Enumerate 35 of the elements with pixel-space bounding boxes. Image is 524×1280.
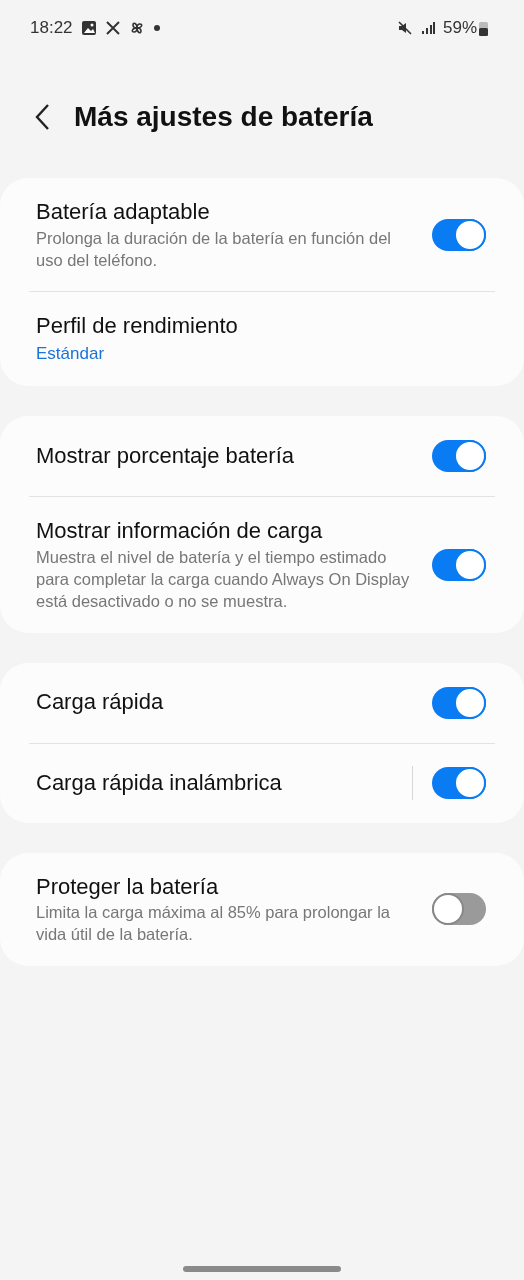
- page-title: Más ajustes de batería: [74, 100, 373, 134]
- image-icon: [80, 20, 97, 36]
- notification-dot-icon: [152, 24, 161, 32]
- toggle-switch[interactable]: [432, 548, 486, 581]
- signal-icon: [420, 21, 435, 35]
- setting-title: Carga rápida: [36, 688, 165, 717]
- mute-icon: [396, 20, 413, 36]
- setting-row[interactable]: Carga rápida: [36, 662, 495, 743]
- setting-row[interactable]: Mostrar información de carga Muestra el nivel de batería y el tiempo estimado para completar la carga cuando Always On Display está desactivado o no se muestra.: [29, 496, 495, 633]
- setting-title: Batería adaptable: [36, 198, 211, 226]
- toggle-switch[interactable]: [432, 218, 486, 251]
- toggle-switch[interactable]: [432, 686, 486, 719]
- setting-row[interactable]: Carga rápida inalámbrica: [29, 742, 495, 823]
- setting-row[interactable]: Mostrar porcentaje batería: [36, 416, 495, 497]
- toggle-switch[interactable]: [432, 893, 486, 926]
- status-time: 18:22: [30, 17, 73, 40]
- battery-percent: 59%: [442, 17, 477, 40]
- setting-title: Mostrar información de carga: [36, 517, 324, 546]
- toggle-switch[interactable]: [432, 440, 486, 473]
- setting-row[interactable]: Batería adaptable Prolonga la duración de la batería en función del uso del teléfono.: [36, 178, 495, 292]
- back-button[interactable]: [34, 103, 50, 131]
- setting-title: Carga rápida inalámbrica: [36, 768, 283, 797]
- setting-value: Estándar: [36, 342, 106, 365]
- setting-title: Mostrar porcentaje batería: [36, 441, 296, 470]
- setting-title: Proteger la batería: [36, 872, 220, 901]
- toggle-switch[interactable]: [432, 767, 486, 800]
- setting-row[interactable]: Perfil de rendimiento Estándar: [29, 291, 495, 387]
- navigation-handle[interactable]: [183, 1266, 341, 1272]
- setting-title: Perfil de rendimiento: [36, 312, 239, 341]
- setting-description: Muestra el nivel de batería y el tiempo estimado para completar la carga cuando Always On Display está desactivado o no se muestra.: [36, 546, 411, 613]
- setting-description: Prolonga la duración de la batería en función del uso del teléfono.: [36, 227, 392, 271]
- battery-icon: [479, 20, 488, 36]
- x-icon: [104, 20, 121, 36]
- setting-description: Limita la carga máxima al 85% para prolongar la vida útil de la batería.: [36, 902, 391, 946]
- setting-row[interactable]: Proteger la batería Limita la carga máxima al 85% para prolongar la vida útil de la batería.: [36, 852, 495, 966]
